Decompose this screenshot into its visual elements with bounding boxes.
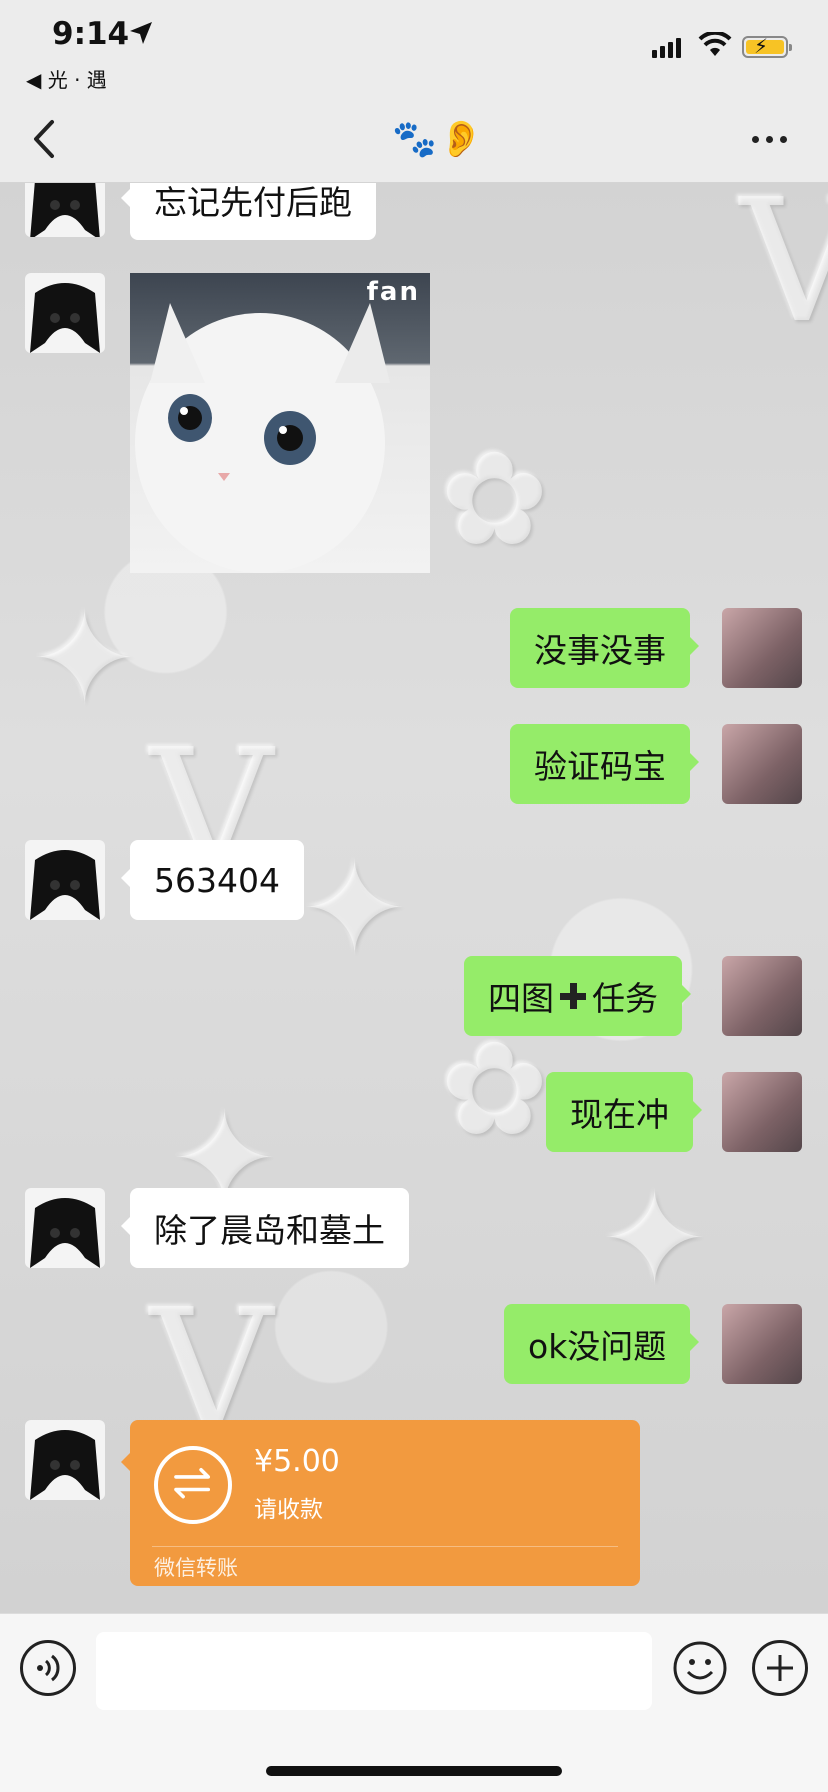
image-message[interactable]: fan	[130, 273, 430, 573]
message-bubble[interactable]: 四图 任务	[464, 956, 691, 1036]
background-pattern: ✦	[300, 833, 409, 985]
heavy-plus-icon	[560, 983, 586, 1009]
message-bubble[interactable]: ok没问题	[504, 1304, 700, 1384]
more-dots-icon[interactable]	[752, 136, 787, 143]
message-bubble[interactable]: 除了晨岛和墓土	[121, 1188, 409, 1268]
background-pattern: ✦	[600, 1163, 709, 1315]
background-pattern: ✿	[440, 423, 549, 575]
cellular-signal-icon	[652, 38, 681, 58]
message-bubble[interactable]: 现在冲	[546, 1072, 702, 1152]
message-bubble[interactable]: 没事没事	[510, 608, 699, 688]
wifi-icon	[698, 32, 732, 56]
cat-photo-image	[135, 303, 390, 573]
background-pattern: ✦	[30, 583, 139, 735]
status-time: 9:14	[52, 16, 130, 52]
contact-avatar[interactable]	[25, 1420, 105, 1500]
background-pattern: V	[740, 183, 828, 361]
transfer-status: 请收款	[254, 1497, 323, 1523]
my-avatar[interactable]	[722, 608, 802, 688]
top-bar: 9:14 ◀ 光 · 遇 ⚡ 🐾👂	[0, 0, 828, 183]
contact-avatar[interactable]	[25, 840, 105, 920]
message-input[interactable]	[96, 1632, 652, 1710]
emoji-icon[interactable]	[672, 1640, 728, 1696]
transfer-amount: ¥5.00	[254, 1444, 340, 1479]
message-bubble[interactable]: 验证码宝	[510, 724, 699, 804]
input-bar	[0, 1613, 828, 1792]
chevron-left-icon[interactable]	[30, 118, 60, 160]
contact-avatar[interactable]	[25, 273, 105, 353]
location-arrow-icon	[130, 22, 152, 44]
transfer-label: 微信转账	[154, 1556, 238, 1580]
my-avatar[interactable]	[722, 1304, 802, 1384]
my-avatar[interactable]	[722, 1072, 802, 1152]
add-icon[interactable]	[752, 1640, 808, 1696]
my-avatar[interactable]	[722, 724, 802, 804]
transfer-arrows-icon	[154, 1446, 232, 1524]
voice-icon[interactable]	[20, 1640, 76, 1696]
message-text: 任务	[592, 979, 658, 1018]
message-text: 四图	[488, 979, 554, 1018]
battery-icon: ⚡	[742, 34, 792, 58]
image-watermark: fan	[366, 277, 420, 307]
contact-avatar[interactable]	[25, 1188, 105, 1268]
message-bubble[interactable]: 563404	[121, 840, 304, 920]
back-to-app-link[interactable]: ◀ 光 · 遇	[26, 64, 107, 93]
my-avatar[interactable]	[722, 956, 802, 1036]
home-indicator	[266, 1766, 562, 1776]
chat-title: 🐾👂	[392, 119, 486, 160]
transfer-card[interactable]: ¥5.00 请收款 微信转账	[121, 1420, 640, 1586]
divider	[152, 1546, 618, 1547]
